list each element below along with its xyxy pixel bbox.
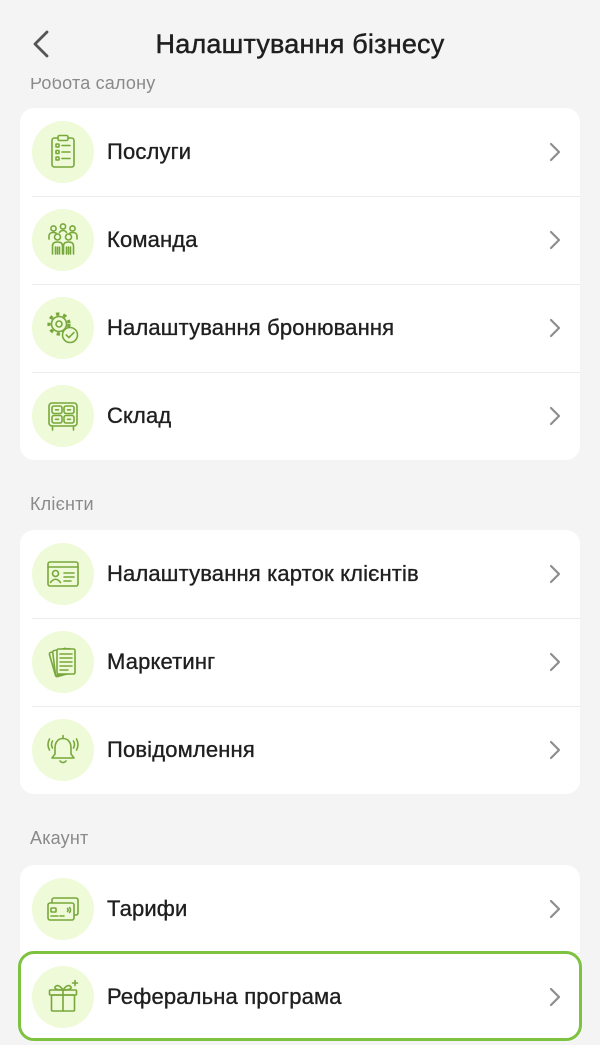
menu-item-label: Тарифи [107,896,188,921]
menu-item-label: Реферальна програма [107,984,342,1009]
marketing-icon [32,631,94,693]
chevron-right-icon [548,405,562,427]
chevron-right-icon [548,563,562,585]
services-list-icon [32,121,94,183]
chevron-right-icon [548,317,562,339]
chevron-right-icon [548,141,562,163]
menu-item-label: Послуги [107,139,192,164]
menu-item-label: Налаштування карток клієнтів [107,561,419,586]
warehouse-icon [32,385,94,447]
menu-item-label: Налаштування бронювання [107,315,395,340]
tariffs-card-icon [32,878,94,940]
menu-item-notifications[interactable]: Повідомлення [20,706,580,794]
menu-item-referral[interactable]: Реферальна програма [20,953,580,1041]
chevron-right-icon [548,986,562,1008]
notifications-bell-icon [32,719,94,781]
menu-item-booking-settings[interactable]: Налаштування бронювання [20,284,580,372]
chevron-right-icon [548,229,562,251]
menu-item-services[interactable]: Послуги [20,108,580,196]
menu-item-label: Склад [107,403,172,428]
section-label-clients: Клієнти [30,494,94,514]
menu-item-tariffs[interactable]: Тарифи [20,865,580,953]
chevron-left-icon [33,30,49,58]
settings-card-salon: Послуги Команда Налаштування бронювання … [20,108,580,460]
settings-card-clients: Налаштування карток клієнтів Маркетинг П… [20,530,580,794]
menu-item-label: Повідомлення [107,737,255,762]
referral-gift-icon [32,966,94,1028]
chevron-right-icon [548,651,562,673]
menu-item-client-cards[interactable]: Налаштування карток клієнтів [20,530,580,618]
settings-card-account: Тарифи Реферальна програма [18,865,582,1041]
booking-settings-icon [32,297,94,359]
menu-item-team[interactable]: Команда [20,196,580,284]
menu-item-label: Команда [107,227,198,252]
back-button[interactable] [28,27,54,61]
menu-item-marketing[interactable]: Маркетинг [20,618,580,706]
menu-item-warehouse[interactable]: Склад [20,372,580,460]
chevron-right-icon [548,898,562,920]
menu-item-label: Маркетинг [107,649,216,674]
section-label-account: Акаунт [30,828,89,848]
client-card-icon [32,543,94,605]
team-icon [32,209,94,271]
page-title: Налаштування бізнесу [155,29,445,59]
chevron-right-icon [548,739,562,761]
top-bar: Налаштування бізнесу [0,0,600,78]
